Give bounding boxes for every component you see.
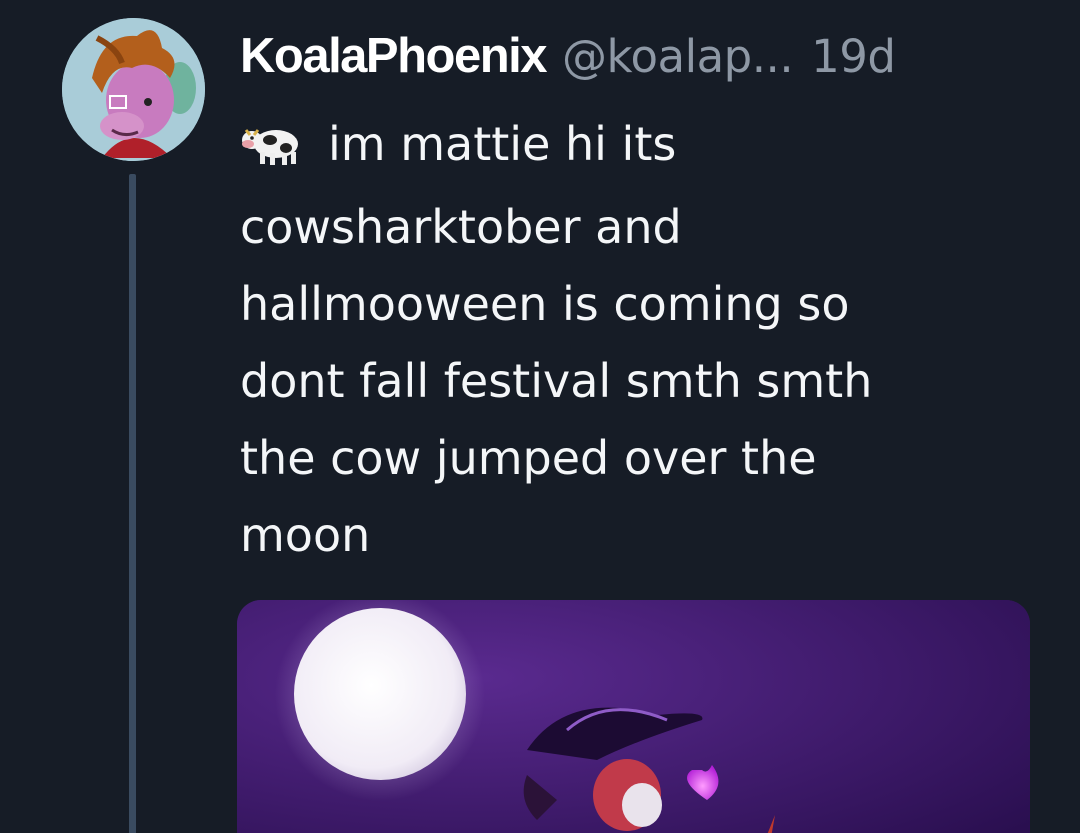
thread-line [129,174,136,833]
post-text-line: hallmooween is coming so [240,277,850,331]
author-avatar[interactable] [62,18,205,161]
post-media-image[interactable] [237,600,1030,833]
post-header: KoalaPhoenix @koalap... 19d [240,28,896,92]
post-text-line: dont fall festival smth smth [240,354,873,408]
post-text-line: im mattie hi its [240,106,1040,189]
post-text-line: cowsharktober and [240,200,682,254]
post-text-line-content: im mattie hi its [328,117,677,171]
post-timestamp[interactable]: 19d [811,30,896,83]
post-text-line: moon [240,508,371,562]
post-text-line: the cow jumped over the [240,431,817,485]
post-text: im mattie hi its cowsharktober and hallm… [240,106,1040,574]
author-handle[interactable]: @koalap... [562,30,794,83]
cow-emoji-icon [240,112,306,189]
author-display-name[interactable]: KoalaPhoenix [240,28,548,84]
